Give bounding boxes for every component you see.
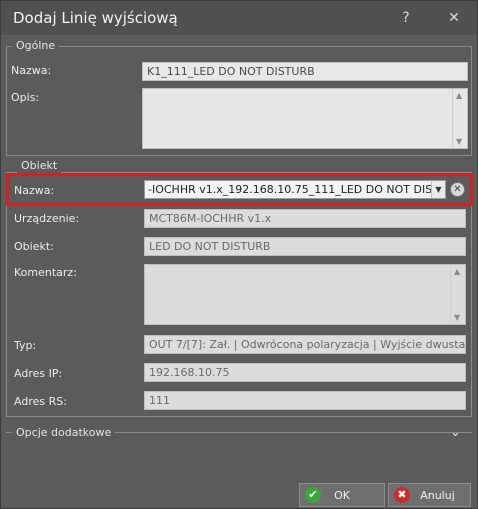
cancel-label: Anuluj [420,489,455,502]
general-group-title: Ogólne [12,39,60,53]
general-name-label: Nazwa: [11,64,52,77]
description-label: Opis: [11,91,40,104]
ip-address-field: 192.168.10.75 [144,363,466,382]
type-label: Typ: [14,339,37,352]
ok-label: OK [334,489,350,502]
scroll-down-icon[interactable]: ▼ [454,313,460,322]
comment-scrollbar[interactable]: ▲ ▼ [450,265,465,324]
description-scrollbar[interactable]: ▲ ▼ [452,89,467,148]
cancel-button[interactable]: ✖ Anuluj [388,483,471,507]
ok-button[interactable]: ✔ OK [299,483,385,507]
scroll-down-icon[interactable]: ▼ [456,137,462,146]
close-button[interactable]: ✕ [442,6,466,30]
scroll-up-icon[interactable]: ▲ [454,267,460,276]
rs-address-field: 111 [144,391,466,410]
object-label: Obiekt: [14,240,54,253]
rs-address-label: Adres RS: [14,395,67,408]
object-field: LED DO NOT DISTURB [144,237,466,256]
comment-label: Komentarz: [14,266,77,279]
help-button[interactable]: ? [394,6,418,30]
title-bar: Dodaj Linię wyjściową ? ✕ [1,1,477,35]
ip-address-label: Adres IP: [14,367,63,380]
extra-options-title[interactable]: Opcje dodatkowe [12,426,116,440]
general-name-input[interactable]: K1_111_LED DO NOT DISTURB [142,62,468,81]
add-output-line-dialog: Dodaj Linię wyjściową ? ✕ Ogólne Nazwa: … [0,0,478,509]
scroll-up-icon[interactable]: ▲ [456,91,462,100]
comment-textarea[interactable]: ▲ ▼ [144,264,466,325]
device-field: MCT86M-IOCHHR v1.x [144,209,466,228]
device-label: Urządzenie: [14,212,80,225]
expand-chevron-icon[interactable]: ⌄ [450,425,461,440]
dialog-title: Dodaj Linię wyjściową [13,9,178,27]
highlight-frame [6,173,473,206]
type-field: OUT 7/[7]: Zał. | Odwrócona polaryzacja … [144,335,466,354]
object-group-title: Obiekt [17,159,62,173]
description-textarea[interactable]: ▲ ▼ [142,88,468,149]
